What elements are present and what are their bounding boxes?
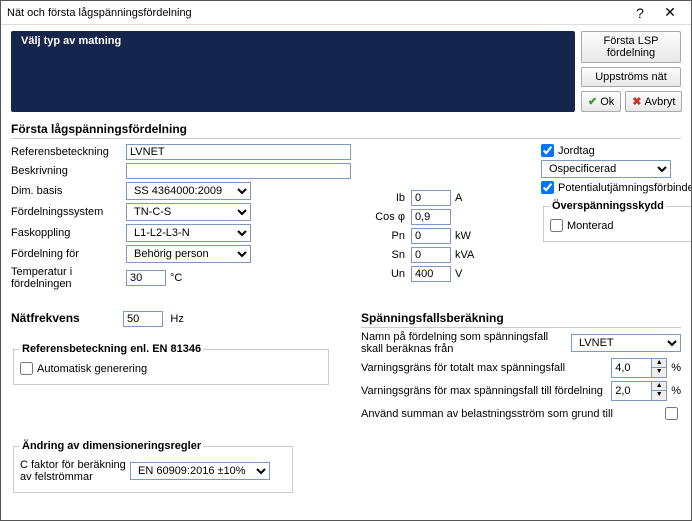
help-button[interactable]: ?	[625, 5, 655, 21]
dimbasis-label: Dim. basis	[11, 185, 126, 197]
dimrule-group: Ändring av dimensioneringsregler C fakto…	[13, 440, 293, 493]
distsys-label: Fördelningssystem	[11, 206, 126, 218]
spin-up-icon[interactable]: ▲	[652, 382, 666, 391]
equi-label: Potentialutjämningsförbindelse.	[558, 182, 691, 194]
spin-down-icon[interactable]: ▼	[652, 391, 666, 400]
ref-input[interactable]	[126, 144, 351, 160]
vdrop-usebase-checkbox[interactable]	[665, 407, 678, 420]
phase-label: Faskoppling	[11, 227, 126, 239]
cos-label: Cos φ	[371, 211, 411, 223]
phase-select[interactable]: L1-L2-L3-N	[126, 224, 251, 242]
distfor-select[interactable]: Behörig person	[126, 245, 251, 263]
lv-heading: Första lågspänningsfördelning	[11, 122, 681, 139]
freq-unit: Hz	[170, 313, 183, 325]
equi-checkbox-row[interactable]: Potentialutjämningsförbindelse.	[541, 181, 691, 194]
surge-legend: Överspänningsskydd	[550, 200, 666, 212]
cross-icon: ✖	[632, 95, 641, 108]
upstream-button[interactable]: Uppströms nät	[581, 67, 681, 87]
pct-unit2: %	[671, 385, 681, 397]
ok-button[interactable]: ✔Ok	[581, 91, 621, 112]
temp-unit: °C	[170, 272, 182, 284]
equi-checkbox[interactable]	[541, 181, 554, 194]
earth-select[interactable]: Ospecificerad	[541, 160, 671, 178]
un-unit: V	[455, 268, 462, 280]
distfor-label: Fördelning för	[11, 248, 126, 260]
earth-label: Jordtag	[558, 145, 595, 157]
cancel-button[interactable]: ✖Avbryt	[625, 91, 682, 112]
check-icon: ✔	[588, 95, 597, 108]
ib-input[interactable]	[411, 190, 451, 206]
autogen-checkbox[interactable]	[20, 362, 33, 375]
dimrule-heading: Ändring av dimensioneringsregler	[20, 440, 203, 452]
first-lsp-button[interactable]: Första LSP fördelning	[581, 31, 681, 63]
distsys-select[interactable]: TN-C-S	[126, 203, 251, 221]
freq-heading: Nätfrekvens Hz	[11, 311, 331, 329]
pn-input[interactable]	[411, 228, 451, 244]
desc-label: Beskrivning	[11, 165, 126, 177]
mounted-checkbox[interactable]	[550, 219, 563, 232]
vdrop-total-input[interactable]	[611, 358, 651, 378]
autogen-label: Automatisk generering	[37, 363, 147, 375]
ib-label: Ib	[371, 192, 411, 204]
un-input[interactable]	[411, 266, 451, 282]
freq-input[interactable]	[123, 311, 163, 327]
ref81346-group: Referensbeteckning enl. EN 81346 Automat…	[13, 343, 329, 385]
mode-bar-label: Välj typ av matning	[21, 35, 565, 47]
sn-unit: kVA	[455, 249, 474, 261]
vdrop-heading: Spänningsfallsberäkning	[361, 311, 681, 328]
mode-bar: Välj typ av matning G	[11, 31, 575, 112]
vdrop-part-label: Varningsgräns för max spänningsfall till…	[361, 385, 611, 397]
sn-label: Sn	[371, 249, 411, 261]
window-title: Nät och första lågspänningsfördelning	[7, 7, 625, 19]
vdrop-total-spinner[interactable]: ▲▼	[611, 358, 667, 378]
close-button[interactable]: ✕	[655, 4, 685, 21]
temp-label: Temperatur i fördelningen	[11, 266, 126, 290]
ref81346-heading: Referensbeteckning enl. EN 81346	[20, 343, 203, 355]
cos-input[interactable]	[411, 209, 451, 225]
desc-input[interactable]	[126, 163, 351, 179]
vdrop-name-label: Namn på fördelning som spänningsfall ska…	[361, 331, 571, 355]
spin-down-icon[interactable]: ▼	[652, 368, 666, 377]
pct-unit: %	[671, 362, 681, 374]
cfactor-label: C faktor för beräkning av felströmmar	[20, 459, 130, 483]
ib-unit: A	[455, 192, 462, 204]
temp-input[interactable]	[126, 270, 166, 286]
pn-label: Pn	[371, 230, 411, 242]
surge-group: Överspänningsskydd Monterad	[543, 200, 691, 242]
titlebar: Nät och första lågspänningsfördelning ? …	[1, 1, 691, 25]
vdrop-usebase-label: Använd summan av belastningsström som gr…	[361, 408, 661, 420]
vdrop-part-input[interactable]	[611, 381, 651, 401]
autogen-checkbox-row[interactable]: Automatisk generering	[20, 362, 322, 375]
vdrop-name-select[interactable]: LVNET	[571, 334, 681, 352]
sn-input[interactable]	[411, 247, 451, 263]
pn-unit: kW	[455, 230, 471, 242]
dimbasis-select[interactable]: SS 4364000:2009	[126, 182, 251, 200]
mounted-checkbox-row[interactable]: Monterad	[550, 219, 691, 232]
ref-label: Referensbeteckning	[11, 146, 126, 158]
earth-checkbox[interactable]	[541, 144, 554, 157]
vdrop-total-label: Varningsgräns för totalt max spänningsfa…	[361, 362, 611, 374]
cfactor-select[interactable]: EN 60909:2016 ±10%	[130, 462, 270, 480]
spin-up-icon[interactable]: ▲	[652, 359, 666, 368]
un-label: Un	[371, 268, 411, 280]
vdrop-part-spinner[interactable]: ▲▼	[611, 381, 667, 401]
mounted-label: Monterad	[567, 220, 613, 232]
earth-checkbox-row[interactable]: Jordtag	[541, 144, 691, 157]
